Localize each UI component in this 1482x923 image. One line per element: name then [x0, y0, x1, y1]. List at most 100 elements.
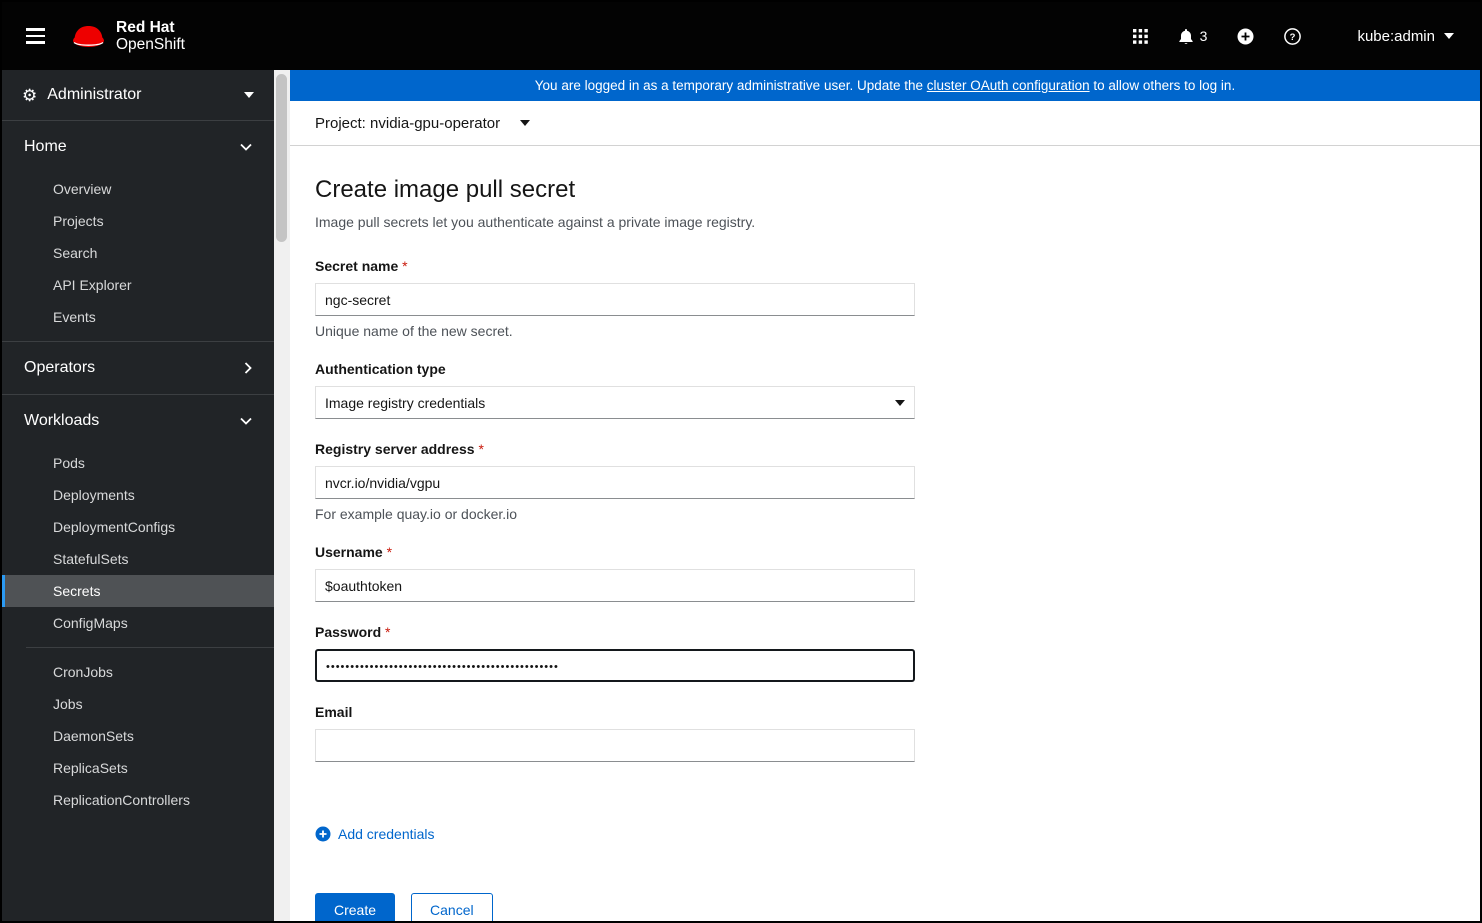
chevron-down-icon [240, 417, 252, 425]
cancel-button[interactable]: Cancel [411, 893, 493, 921]
nav-group-operators-label: Operators [24, 359, 96, 376]
sidebar-item-cronjobs[interactable]: CronJobs [2, 656, 274, 688]
auth-type-label: Authentication type [315, 361, 446, 377]
banner-text-before: You are logged in as a temporary adminis… [534, 78, 927, 93]
auth-type-select[interactable]: Image registry credentials [315, 386, 915, 419]
registry-address-label: Registry server address * [315, 441, 484, 457]
email-label: Email [315, 704, 352, 720]
secret-name-group: Secret name * Unique name of the new sec… [315, 258, 1455, 339]
sidebar-item-deploymentconfigs[interactable]: DeploymentConfigs [2, 511, 274, 543]
username-label: Username * [315, 544, 392, 560]
gear-icon: ⚙ [22, 85, 38, 105]
sidebar-item-statefulsets[interactable]: StatefulSets [2, 543, 274, 575]
scrollbar-thumb[interactable] [276, 74, 287, 242]
sidebar-item-configmaps[interactable]: ConfigMaps [2, 607, 274, 639]
caret-down-icon [244, 92, 254, 98]
sidebar-item-replicationcontrollers[interactable]: ReplicationControllers [2, 784, 274, 816]
main-content: You are logged in as a temporary adminis… [290, 70, 1480, 921]
temp-admin-banner: You are logged in as a temporary adminis… [290, 70, 1480, 101]
create-secret-form: Create image pull secret Image pull secr… [290, 146, 1480, 921]
sidebar-item-pods[interactable]: Pods [2, 447, 274, 479]
password-input[interactable] [315, 649, 915, 682]
question-circle-icon: ? [1284, 27, 1302, 45]
password-label-text: Password [315, 624, 382, 640]
username-label-text: Username [315, 544, 383, 560]
user-menu-label: kube:admin [1357, 27, 1435, 45]
hamburger-menu-icon[interactable] [22, 24, 49, 48]
redhat-openshift-logo[interactable]: Red Hat OpenShift [71, 19, 185, 53]
nav-section-home: Home Overview Projects Search API Explor… [2, 121, 274, 341]
sidebar-item-projects[interactable]: Projects [2, 205, 274, 237]
sidebar-nav: ⚙ Administrator Home Overview Projects S… [2, 70, 274, 921]
nav-group-workloads-label: Workloads [24, 412, 100, 429]
user-menu[interactable]: kube:admin [1357, 28, 1454, 45]
nav-section-workloads: Workloads Pods Deployments DeploymentCon… [2, 394, 274, 824]
email-input[interactable] [315, 729, 915, 762]
notification-count: 3 [1199, 28, 1208, 44]
nav-section-operators: Operators [2, 341, 274, 394]
add-credentials-link[interactable]: Add credentials [315, 826, 435, 842]
sidebar-item-secrets[interactable]: Secrets [2, 575, 274, 607]
redhat-fedora-icon [73, 25, 104, 47]
sidebar-scrollbar [274, 70, 290, 921]
nav-group-operators[interactable]: Operators [2, 342, 274, 394]
brand-openshift: OpenShift [116, 36, 185, 53]
auth-type-group: Authentication type Image registry crede… [315, 361, 1455, 419]
username-group: Username * [315, 544, 1455, 602]
registry-address-group: Registry server address * For example qu… [315, 441, 1455, 522]
secret-name-help: Unique name of the new secret. [315, 323, 513, 339]
svg-text:?: ? [1290, 32, 1296, 43]
required-asterisk: * [478, 441, 484, 457]
brand-text: Red Hat OpenShift [116, 19, 185, 53]
help-button[interactable]: ? [1284, 27, 1302, 45]
select-caret-icon [895, 399, 905, 406]
plus-circle-icon [315, 826, 331, 842]
required-asterisk: * [402, 258, 408, 274]
page-title: Create image pull secret [315, 176, 576, 203]
sidebar-item-api-explorer[interactable]: API Explorer [2, 269, 274, 301]
project-bar: Project: nvidia-gpu-operator [290, 101, 1480, 146]
secret-name-input[interactable] [315, 283, 915, 316]
sidebar-item-events[interactable]: Events [2, 301, 274, 333]
notification-bell-button[interactable]: 3 [1178, 28, 1208, 45]
sidebar-item-jobs[interactable]: Jobs [2, 688, 274, 720]
nav-group-home[interactable]: Home [2, 121, 274, 173]
secret-name-label-text: Secret name [315, 258, 399, 274]
sidebar-item-search[interactable]: Search [2, 237, 274, 269]
project-caret-down-icon[interactable] [520, 120, 531, 126]
username-input[interactable] [315, 569, 915, 602]
openshift-console-window: Red Hat OpenShift 3 ? kube:admin ⚙ Admin… [0, 0, 1482, 923]
bell-icon [1178, 28, 1193, 44]
cluster-oauth-configuration-link[interactable]: cluster OAuth configuration [927, 78, 1090, 93]
perspective-switcher[interactable]: ⚙ Administrator [2, 70, 274, 121]
project-selector[interactable]: Project: nvidia-gpu-operator [315, 115, 500, 132]
nav-divider [26, 647, 274, 648]
add-circle-button[interactable] [1237, 28, 1254, 45]
auth-type-label-text: Authentication type [315, 361, 446, 377]
password-label: Password * [315, 624, 390, 640]
sidebar-item-replicasets[interactable]: ReplicaSets [2, 752, 274, 784]
password-group: Password * [315, 624, 1455, 682]
create-button[interactable]: Create [315, 893, 396, 921]
sidebar-item-overview[interactable]: Overview [2, 173, 274, 205]
caret-down-icon [1444, 33, 1454, 39]
registry-address-label-text: Registry server address [315, 441, 475, 457]
page-subtitle: Image pull secrets let you authenticate … [315, 214, 756, 230]
brand-redhat: Red Hat [116, 19, 175, 36]
email-group: Email [315, 704, 1455, 762]
required-asterisk: * [386, 544, 393, 560]
apps-grid-icon[interactable] [1132, 28, 1148, 44]
nav-group-workloads[interactable]: Workloads [2, 395, 274, 447]
sidebar-item-daemonsets[interactable]: DaemonSets [2, 720, 274, 752]
perspective-label: Administrator [47, 86, 142, 103]
nav-group-home-label: Home [24, 138, 67, 155]
form-actions: Create Cancel [315, 893, 1455, 921]
registry-address-input[interactable] [315, 466, 915, 499]
chevron-down-icon [240, 143, 252, 151]
plus-circle-icon [1237, 28, 1254, 44]
banner-text-after: to allow others to log in. [1089, 78, 1236, 93]
add-credentials-label: Add credentials [338, 826, 435, 842]
email-label-text: Email [315, 704, 353, 720]
sidebar-item-deployments[interactable]: Deployments [2, 479, 274, 511]
auth-type-selected-value: Image registry credentials [325, 394, 486, 411]
